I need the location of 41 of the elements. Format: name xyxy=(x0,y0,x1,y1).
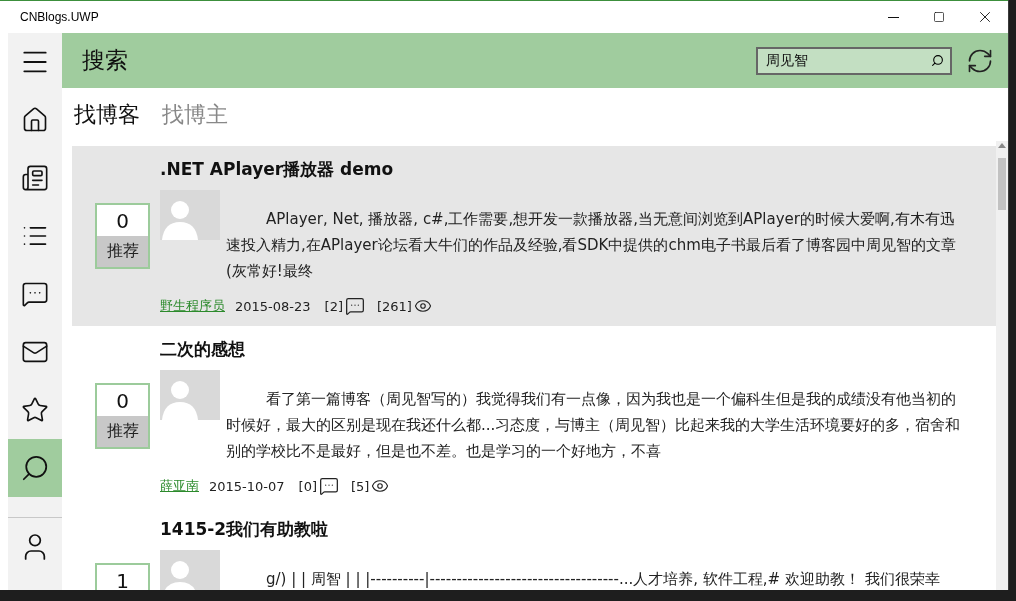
avatar-placeholder xyxy=(160,370,220,420)
comment-count: [0] xyxy=(298,478,317,494)
post-date: 2015-10-07 xyxy=(209,478,285,494)
chat-bubble-icon xyxy=(21,280,49,308)
post-title: .NET APlayer播放器 demo xyxy=(160,158,395,180)
post-summary: g/) | | 周智 | | |----------|-----------------------------------...人才培养, 软件工程,# 欢迎助教！ 我们很荣幸 xyxy=(265,569,940,590)
view-count: [5] xyxy=(351,478,370,494)
star-icon xyxy=(21,396,49,424)
tab[interactable]: 找博主 xyxy=(162,99,228,130)
post-title: 二次的感想 xyxy=(160,338,246,360)
post-item[interactable]: 0 推荐 二次的感想 看了第一篇博客（周见智写的）我觉得我们有一点像，因为我也是一个偏科生但是我的成绩没有他当初的时候好，最大的区别是现在我还什么都...习态度，与博主（周见智）比起来我的大学生活环境要好的多，宿舍和别的学校比不是最好，但是也不差。也是学习的一个好地方，不喜 薛亚南 2015-10-07 [0] [5] xyxy=(72,326,996,506)
window-title: CNBlogs.UWP xyxy=(19,10,100,24)
comment-icon xyxy=(319,476,339,496)
scrollbar[interactable] xyxy=(996,141,1008,590)
comment-count: [2] xyxy=(324,298,343,314)
newspaper-icon xyxy=(21,164,49,192)
search-icon xyxy=(20,453,50,483)
avatar-placeholder xyxy=(160,190,220,240)
tab[interactable]: 找博客 xyxy=(74,99,140,130)
recommend-button[interactable]: 0 推荐 xyxy=(95,203,150,269)
search-nav-button[interactable] xyxy=(8,439,62,497)
maximize-icon xyxy=(933,11,945,23)
search-field[interactable]: 周见智 xyxy=(756,46,952,75)
minimize-icon xyxy=(887,16,899,18)
recommend-button[interactable]: 0 推荐 xyxy=(95,383,150,449)
page-title: 搜索 xyxy=(82,46,129,75)
post-date: 2015-08-23 xyxy=(235,298,311,314)
post-item[interactable]: 0 推荐 .NET APlayer播放器 demo APlayer, Net, 播放器, c#,工作需要,想开发一款播放器,当无意间浏览到APlayer的时候大爱啊,有木有迅速投入精力,在APlayer论坛看大牛们的作品及经验,看SDK中提供的chm电子书最后看了博客园中周见智的文章(灰常好!最终 野生程序员 2015-08-23 [2] [261] xyxy=(72,146,996,326)
comment-icon xyxy=(345,296,365,316)
view-count: [261] xyxy=(377,298,412,314)
eye-icon xyxy=(371,477,390,495)
post-item[interactable]: 1 1415-2我们有助教啦 g/) | | 周智 | | |----------|-----------------------------------...人才培养, 软件工程,# 欢迎助教！ 我们很荣幸 xyxy=(72,506,996,590)
author-link[interactable]: 野生程序员 xyxy=(160,297,225,315)
author-link[interactable]: 薛亚南 xyxy=(160,477,199,495)
post-title: 1415-2我们有助教啦 xyxy=(160,518,330,540)
post-summary: 看了第一篇博客（周见智写的）我觉得我们有一点像，因为我也是一个偏科生但是我的成绩没有他当初的时候好，最大的区别是现在我还什么都...习态度，与博主（周见智）比起来我的大学生活环境要好的多，宿舍和别的学校比不是最好，但是也不差。也是学习的一个好地方，不喜 xyxy=(226,389,962,462)
eye-icon xyxy=(413,297,432,315)
home-icon xyxy=(21,106,49,134)
recommend-button[interactable]: 1 xyxy=(95,563,150,590)
search-icon[interactable] xyxy=(931,53,944,67)
post-summary: APlayer, Net, 播放器, c#,工作需要,想开发一款播放器,当无意间浏览到APlayer的时候大爱啊,有木有迅速投入精力,在APlayer论坛看大牛们的作品及经验,看SDK中提供的chm电子书最后看了博客园中周见智的文章(灰常好!最终 xyxy=(226,209,957,282)
